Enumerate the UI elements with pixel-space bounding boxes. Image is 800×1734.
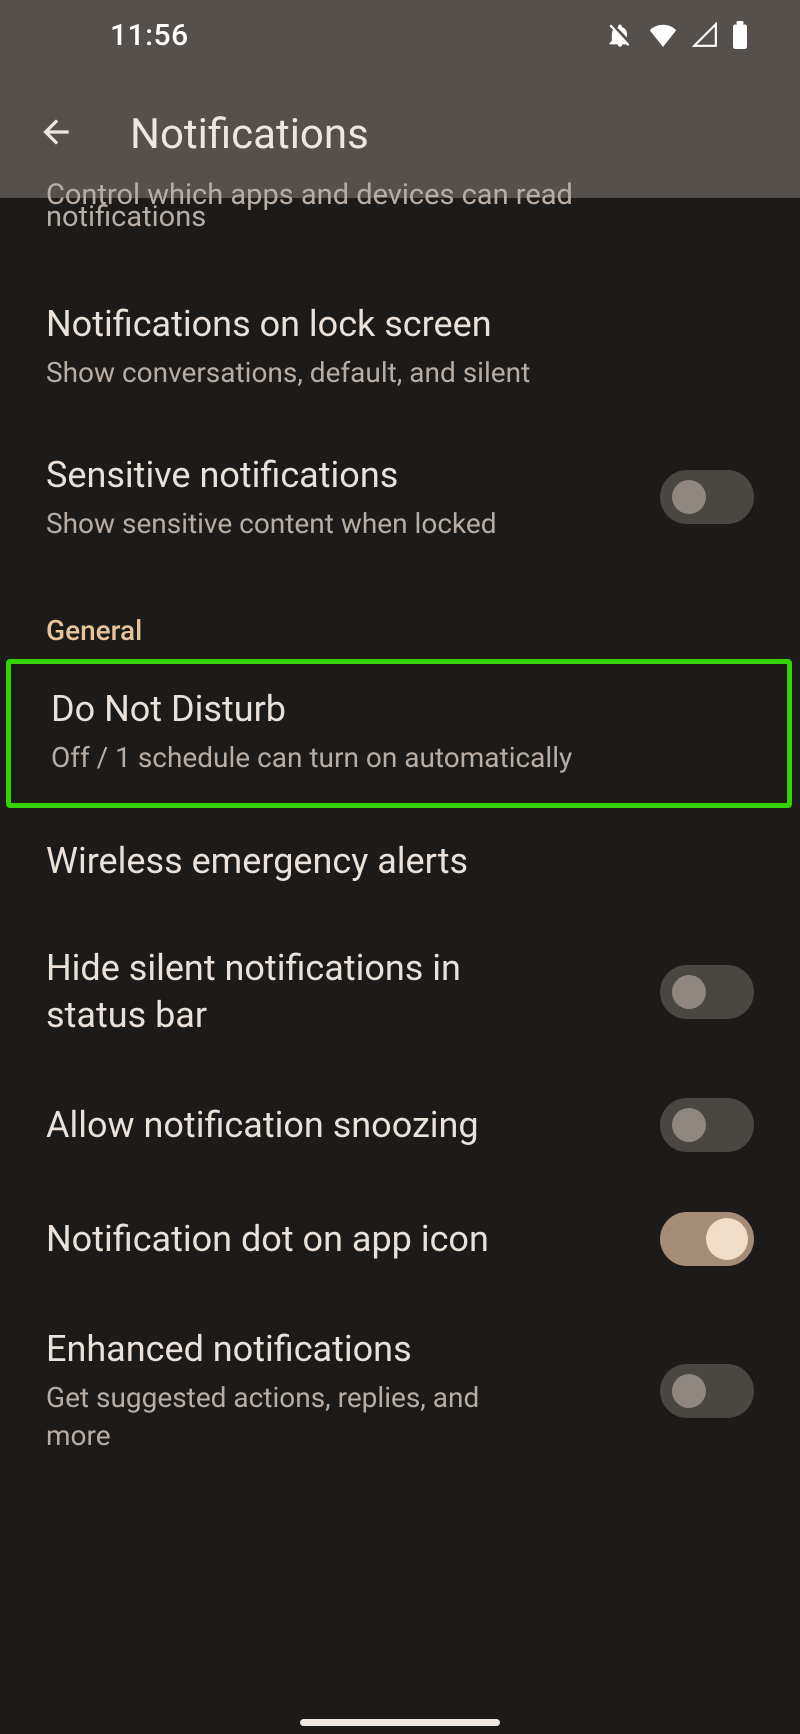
battery-icon — [732, 21, 748, 49]
item-hide-silent[interactable]: Hide silent notifications in status bar — [0, 915, 800, 1069]
item-notification-dot[interactable]: Notification dot on app icon — [0, 1182, 800, 1296]
toggle-thumb — [672, 1108, 706, 1142]
enhanced-toggle[interactable] — [660, 1364, 754, 1418]
toggle-thumb — [706, 1218, 748, 1260]
cell-signal-icon — [692, 22, 718, 48]
section-header-general: General — [0, 572, 800, 659]
status-clock: 11:56 — [110, 18, 189, 53]
arrow-back-icon — [37, 113, 75, 155]
gesture-nav-bar[interactable] — [300, 1719, 500, 1726]
item-title: Wireless emergency alerts — [46, 838, 754, 885]
item-desc: Off / 1 schedule can turn on automatical… — [51, 739, 747, 777]
notification-dot-toggle[interactable] — [660, 1212, 754, 1266]
back-button[interactable] — [34, 112, 78, 156]
status-bar: 11:56 — [0, 0, 800, 70]
item-desc: Show conversations, default, and silent — [46, 354, 754, 392]
item-wireless-emergency-alerts[interactable]: Wireless emergency alerts — [0, 808, 800, 915]
cutoff-ghost-line: Control which apps and devices can read — [46, 176, 706, 215]
item-do-not-disturb[interactable]: Do Not Disturb Off / 1 schedule can turn… — [6, 659, 792, 808]
item-enhanced-notifications[interactable]: Enhanced notifications Get suggested act… — [0, 1296, 800, 1484]
toggle-thumb — [672, 1374, 706, 1408]
item-lock-screen-notifications[interactable]: Notifications on lock screen Show conver… — [0, 271, 800, 422]
item-title: Sensitive notifications — [46, 452, 640, 499]
item-title: Enhanced notifications — [46, 1326, 640, 1373]
item-title: Allow notification snoozing — [46, 1102, 640, 1149]
item-desc: Show sensitive content when locked — [46, 505, 640, 543]
toggle-thumb — [672, 975, 706, 1009]
toggle-thumb — [672, 480, 706, 514]
page-title: Notifications — [130, 110, 369, 159]
item-title: Hide silent notifications in status bar — [46, 945, 546, 1039]
item-sensitive-notifications[interactable]: Sensitive notifications Show sensitive c… — [0, 422, 800, 573]
item-allow-snoozing[interactable]: Allow notification snoozing — [0, 1068, 800, 1182]
item-title: Do Not Disturb — [51, 686, 747, 733]
settings-list[interactable]: Control which apps and devices can read … — [0, 198, 800, 1485]
item-title: Notifications on lock screen — [46, 301, 754, 348]
item-desc: Get suggested actions, replies, and more — [46, 1379, 526, 1455]
dnd-off-icon — [606, 21, 634, 49]
sensitive-notifications-toggle[interactable] — [660, 470, 754, 524]
cutoff-item-desc[interactable]: Control which apps and devices can read … — [0, 198, 800, 271]
wifi-icon — [648, 23, 678, 47]
hide-silent-toggle[interactable] — [660, 965, 754, 1019]
status-icons — [606, 21, 748, 49]
snoozing-toggle[interactable] — [660, 1098, 754, 1152]
item-title: Notification dot on app icon — [46, 1216, 640, 1263]
